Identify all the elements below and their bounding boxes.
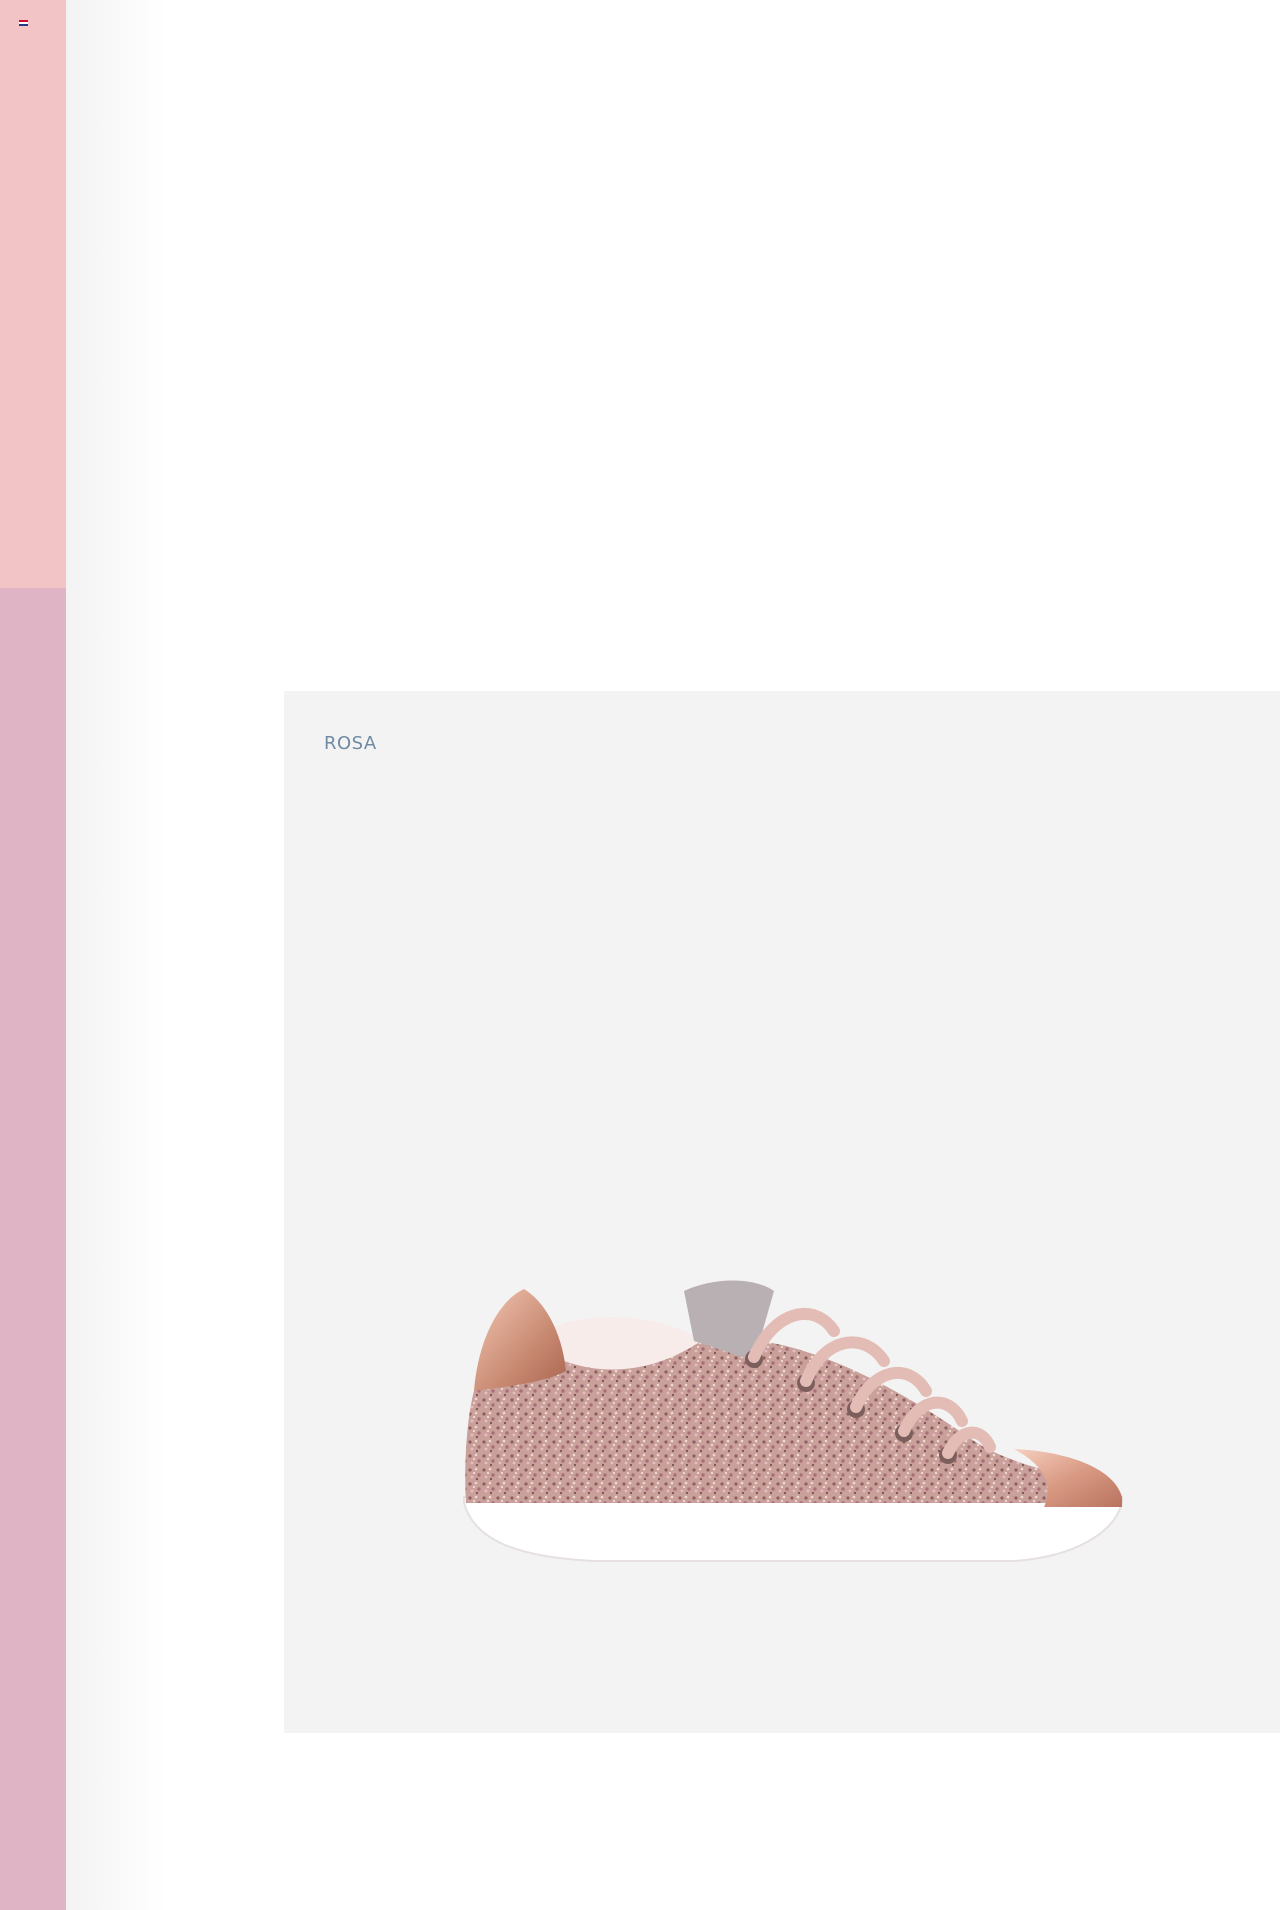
sidebar-top-panel [0, 0, 66, 588]
page-background-fade [66, 0, 166, 1910]
sidebar-bottom-panel [0, 588, 66, 1910]
product-card[interactable]: ROSA [284, 691, 1280, 1733]
sidebar [0, 0, 66, 1910]
glitter-sneaker-image [463, 1280, 1123, 1562]
flag-icon[interactable] [19, 20, 28, 26]
color-label: ROSA [324, 733, 377, 754]
